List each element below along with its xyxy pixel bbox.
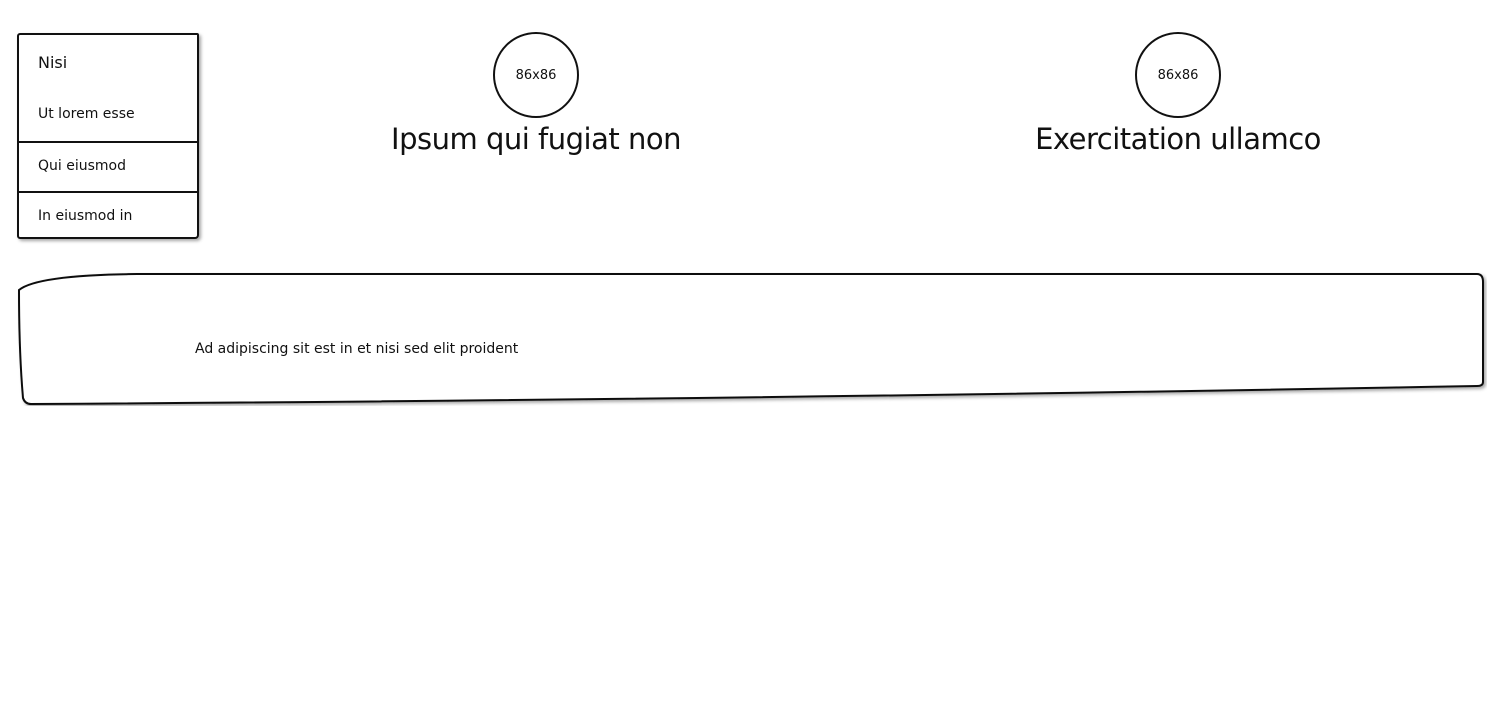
profile-card: 86x86 Exercitation ullamco <box>1025 32 1331 158</box>
sidebar-menu: Nisi Ut lorem esse Qui eiusmod In eiusmo… <box>17 33 199 239</box>
avatar: 86x86 <box>493 32 579 118</box>
avatar-placeholder-label: 86x86 <box>1157 67 1199 83</box>
profile-name: Exercitation ullamco <box>1035 122 1321 156</box>
menu-item-qui-eiusmod[interactable]: Qui eiusmod <box>19 141 197 191</box>
panel-text: Ad adipiscing sit est in et nisi sed eli… <box>195 341 519 357</box>
profile-name: Ipsum qui fugiat non <box>391 122 681 156</box>
menu-item-label: Qui eiusmod <box>38 158 126 174</box>
panel-outline <box>17 273 1484 406</box>
avatar-placeholder-label: 86x86 <box>515 67 557 83</box>
menu-item-ut-lorem-esse[interactable]: Ut lorem esse <box>19 93 197 141</box>
avatar: 86x86 <box>1135 32 1221 118</box>
menu-title: Nisi <box>38 53 68 72</box>
menu-item-in-eiusmod-in[interactable]: In eiusmod in <box>19 191 197 241</box>
menu-item-label: In eiusmod in <box>38 208 133 224</box>
menu-header: Nisi <box>19 35 197 93</box>
profile-card: 86x86 Ipsum qui fugiat non <box>380 32 692 158</box>
menu-item-label: Ut lorem esse <box>38 106 135 122</box>
content-panel: Ad adipiscing sit est in et nisi sed eli… <box>17 272 1487 406</box>
